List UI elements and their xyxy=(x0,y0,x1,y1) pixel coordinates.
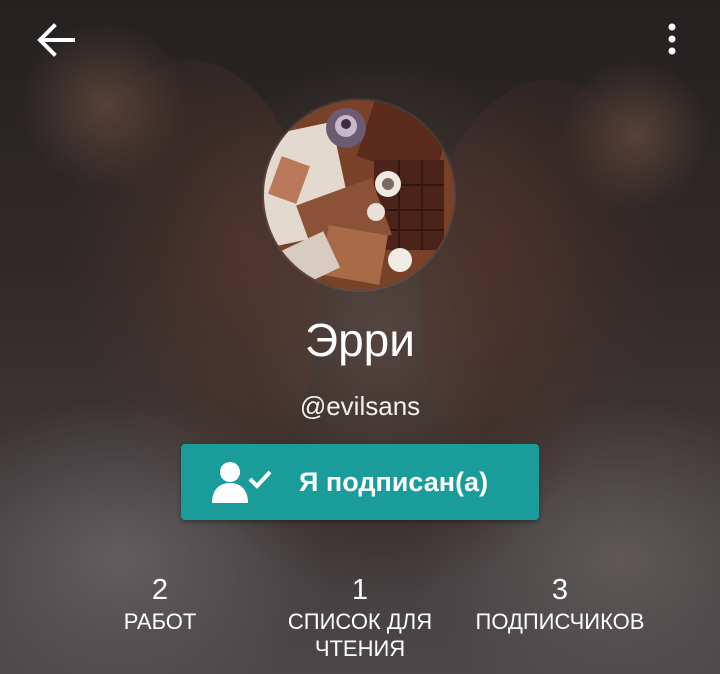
followers-label: ПОДПИСЧИКОВ xyxy=(475,609,645,634)
more-vertical-icon xyxy=(668,23,676,55)
works-label: РАБОТ xyxy=(123,609,197,634)
profile-handle: @evilsans xyxy=(299,391,421,421)
stat-works[interactable]: 2 РАБОТ xyxy=(100,572,220,635)
user-check-icon xyxy=(212,462,272,503)
stat-reading-list[interactable]: 1 СПИСОК ДЛЯ ЧТЕНИЯ xyxy=(270,572,450,662)
works-count: 2 xyxy=(151,574,169,606)
stat-followers[interactable]: 3 ПОДПИСЧИКОВ xyxy=(460,572,660,635)
avatar-image xyxy=(264,100,454,290)
reading-list-count: 1 xyxy=(351,574,369,606)
reading-list-label-line1: СПИСОК ДЛЯ xyxy=(287,609,433,634)
profile-name: Эрри xyxy=(305,314,415,366)
following-button-label: Я подписан(а) xyxy=(299,466,489,497)
avatar[interactable] xyxy=(264,100,454,290)
more-options-button[interactable] xyxy=(648,16,696,64)
reading-list-label-line2: ЧТЕНИЯ xyxy=(314,636,406,661)
followers-count: 3 xyxy=(551,574,569,606)
following-button[interactable]: Я подписан(а) xyxy=(181,444,539,520)
arrow-left-icon xyxy=(37,23,75,57)
profile-screen: Эрри @evilsans Я подписан(а) 2 РАБОТ 1 С… xyxy=(0,0,720,674)
back-button[interactable] xyxy=(26,18,86,62)
